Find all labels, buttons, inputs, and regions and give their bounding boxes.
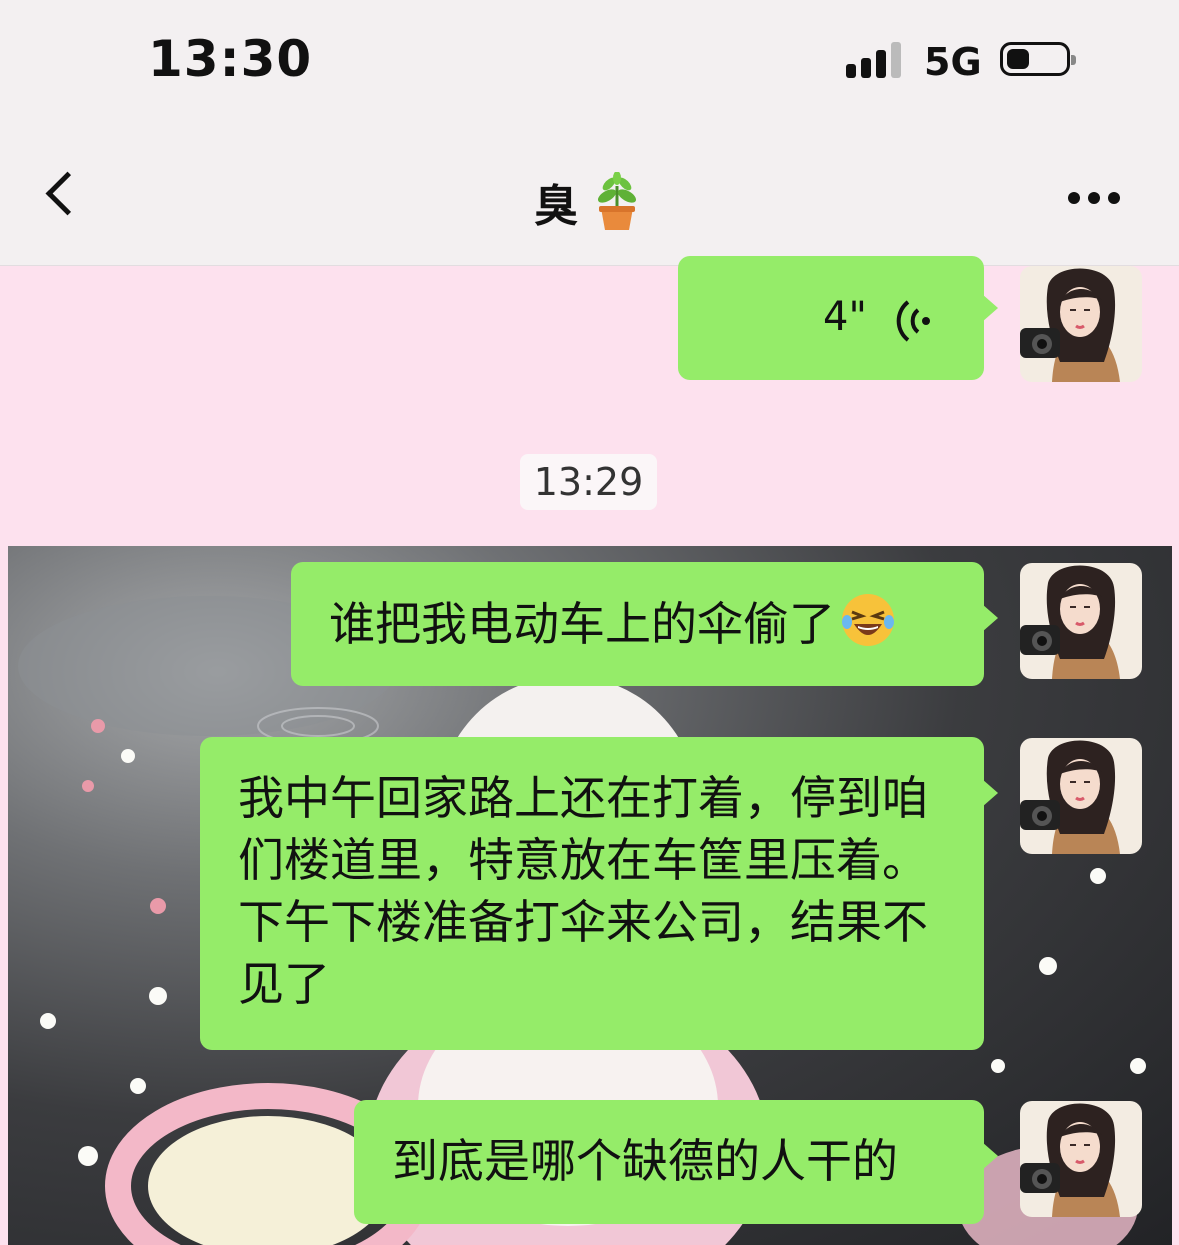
chat-title: 臭 [533,181,578,232]
message-bubble[interactable]: 我中午回家路上还在打着，停到咱们楼道里，特意放在车筐里压着。下午下楼准备打伞来公… [200,737,998,1050]
network-label: 5G [924,40,982,84]
avatar[interactable] [1020,738,1142,854]
status-bar: 13:30 5G [0,0,1179,120]
message-text: 我中午回家路上还在打着，停到咱们楼道里，特意放在车筐里压着。下午下楼准备打伞来公… [238,771,928,1011]
avatar[interactable] [1020,266,1142,382]
message-text: 到底是哪个缺德的人干的 [392,1134,898,1188]
voice-wave-icon [896,300,930,342]
message-timestamp: 13:29 [520,454,657,510]
chat-header: 臭 [0,120,1179,266]
voice-duration: 4" [823,294,867,340]
ellipsis-icon[interactable] [1066,192,1124,206]
signal-icon [846,42,906,78]
message-bubble[interactable]: 谁把我电动车上的伞偷了 [291,562,998,686]
avatar[interactable] [1020,563,1142,679]
potted-plant-icon [598,172,637,230]
message-bubble[interactable]: 到底是哪个缺德的人干的 [354,1100,998,1224]
battery-icon [1000,42,1076,76]
message-text: 谁把我电动车上的伞偷了 [329,597,835,651]
status-time: 13:30 [148,30,313,88]
avatar[interactable] [1020,1101,1142,1217]
chat-area: 4" 13:29 谁把我电动车上的伞偷了 我中午回家路上还在打着，停到咱们楼道里… [0,256,1179,1245]
chat-title-wrap: 臭 [0,170,1179,234]
laughing-crying-emoji [842,594,895,646]
voice-message-bubble[interactable]: 4" [678,256,998,380]
